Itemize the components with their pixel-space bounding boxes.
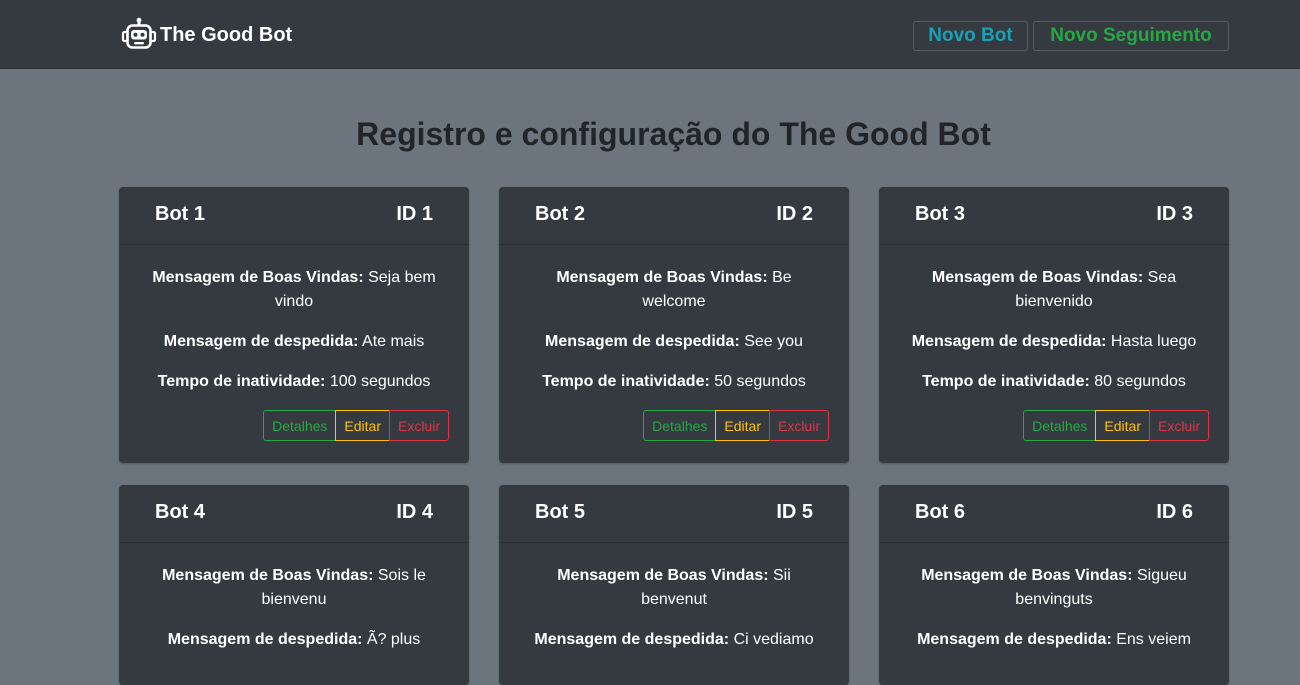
bot-card: Bot 6 ID 6 Mensagem de Boas Vindas: Sigu… — [879, 485, 1229, 685]
bot-id: ID 3 — [1156, 203, 1193, 225]
bot-name: Bot 3 — [915, 203, 965, 225]
card-header: Bot 3 ID 3 — [879, 187, 1229, 245]
farewell-value: Ci vediamo — [733, 631, 814, 648]
bot-card: Bot 5 ID 5 Mensagem de Boas Vindas: Sii … — [499, 485, 849, 685]
farewell-value: Hasta luego — [1110, 333, 1197, 350]
farewell-message: Mensagem de despedida: Ens veiem — [907, 628, 1201, 652]
card-actions: Detalhes Editar Excluir — [907, 410, 1209, 441]
bot-name: Bot 4 — [155, 501, 205, 523]
bot-card: Bot 1 ID 1 Mensagem de Boas Vindas: Seja… — [119, 187, 469, 463]
edit-button[interactable]: Editar — [715, 410, 770, 441]
welcome-message: Mensagem de Boas Vindas: Seja bem vindo — [147, 266, 441, 314]
card-body: Mensagem de Boas Vindas: Be welcome Mens… — [499, 245, 849, 463]
farewell-message: Mensagem de despedida: Hasta luego — [907, 330, 1201, 354]
bot-id: ID 2 — [776, 203, 813, 225]
brand-name: The Good Bot — [160, 23, 293, 46]
welcome-message: Mensagem de Boas Vindas: Sii benvenut — [527, 564, 821, 612]
farewell-message: Mensagem de despedida: Ã? plus — [147, 628, 441, 652]
welcome-label: Mensagem de Boas Vindas: — [556, 269, 768, 286]
farewell-value: Ens veiem — [1116, 631, 1191, 648]
card-header: Bot 4 ID 4 — [119, 485, 469, 543]
bot-id: ID 4 — [396, 501, 433, 523]
bot-name: Bot 1 — [155, 203, 205, 225]
bot-name: Bot 2 — [535, 203, 585, 225]
edit-button[interactable]: Editar — [1095, 410, 1150, 441]
bot-name: Bot 6 — [915, 501, 965, 523]
farewell-label: Mensagem de despedida: — [917, 631, 1112, 648]
welcome-label: Mensagem de Boas Vindas: — [162, 567, 374, 584]
new-bot-button[interactable]: Novo Bot — [913, 21, 1028, 51]
inactivity-time: Tempo de inatividade: 100 segundos — [147, 370, 441, 394]
inactivity-label: Tempo de inatividade: — [157, 373, 326, 390]
bot-card: Bot 3 ID 3 Mensagem de Boas Vindas: Sea … — [879, 187, 1229, 463]
inactivity-label: Tempo de inatividade: — [922, 373, 1090, 390]
inactivity-time: Tempo de inatividade: 50 segundos — [527, 370, 821, 394]
robot-icon — [121, 17, 157, 49]
delete-button[interactable]: Excluir — [388, 410, 449, 441]
bot-card: Bot 4 ID 4 Mensagem de Boas Vindas: Sois… — [119, 485, 469, 685]
bot-id: ID 1 — [396, 203, 433, 225]
delete-button[interactable]: Excluir — [1148, 410, 1209, 441]
farewell-value: Ã? plus — [366, 631, 421, 648]
card-body: Mensagem de Boas Vindas: Sois le bienven… — [119, 543, 469, 685]
bot-id: ID 6 — [1156, 501, 1193, 523]
card-body: Mensagem de Boas Vindas: Sea bienvenido … — [879, 245, 1229, 463]
welcome-label: Mensagem de Boas Vindas: — [921, 567, 1133, 584]
delete-button[interactable]: Excluir — [768, 410, 829, 441]
farewell-message: Mensagem de despedida: Ci vediamo — [527, 628, 821, 652]
edit-button[interactable]: Editar — [335, 410, 390, 441]
card-actions: Detalhes Editar Excluir — [527, 410, 829, 441]
farewell-label: Mensagem de despedida: — [534, 631, 730, 648]
bot-id: ID 5 — [776, 501, 813, 523]
farewell-message: Mensagem de despedida: See you — [527, 330, 821, 354]
card-header: Bot 2 ID 2 — [499, 187, 849, 245]
brand-link[interactable]: The Good Bot — [121, 17, 292, 53]
inactivity-value: 80 segundos — [1094, 373, 1186, 390]
welcome-label: Mensagem de Boas Vindas: — [931, 269, 1144, 286]
farewell-label: Mensagem de despedida: — [163, 333, 359, 350]
inactivity-value: 50 segundos — [714, 373, 806, 390]
details-button[interactable]: Detalhes — [1023, 410, 1097, 441]
card-actions: Detalhes Editar Excluir — [147, 410, 449, 441]
bot-name: Bot 5 — [535, 501, 585, 523]
new-follow-button[interactable]: Novo Seguimento — [1033, 21, 1229, 51]
inactivity-label: Tempo de inatividade: — [542, 373, 710, 390]
bot-card: Bot 2 ID 2 Mensagem de Boas Vindas: Be w… — [499, 187, 849, 463]
farewell-message: Mensagem de despedida: Ate mais — [147, 330, 441, 354]
details-button[interactable]: Detalhes — [263, 410, 337, 441]
details-button[interactable]: Detalhes — [643, 410, 717, 441]
farewell-label: Mensagem de despedida: — [545, 333, 740, 350]
farewell-value: See you — [744, 333, 803, 350]
card-body: Mensagem de Boas Vindas: Sigueu benvingu… — [879, 543, 1229, 685]
inactivity-time: Tempo de inatividade: 80 segundos — [907, 370, 1201, 394]
welcome-message: Mensagem de Boas Vindas: Sois le bienven… — [147, 564, 441, 612]
card-header: Bot 1 ID 1 — [119, 187, 469, 245]
inactivity-value: 100 segundos — [329, 373, 431, 390]
card-body: Mensagem de Boas Vindas: Sii benvenut Me… — [499, 543, 849, 685]
card-body: Mensagem de Boas Vindas: Seja bem vindo … — [119, 245, 469, 463]
navbar: The Good Bot Novo Bot Novo Seguimento — [0, 0, 1300, 69]
welcome-message: Mensagem de Boas Vindas: Sigueu benvingu… — [907, 564, 1201, 612]
welcome-message: Mensagem de Boas Vindas: Sea bienvenido — [907, 266, 1201, 314]
farewell-label: Mensagem de despedida: — [167, 631, 363, 648]
welcome-message: Mensagem de Boas Vindas: Be welcome — [527, 266, 821, 314]
welcome-label: Mensagem de Boas Vindas: — [557, 567, 769, 584]
farewell-label: Mensagem de despedida: — [911, 333, 1107, 350]
card-header: Bot 6 ID 6 — [879, 485, 1229, 543]
card-header: Bot 5 ID 5 — [499, 485, 849, 543]
welcome-label: Mensagem de Boas Vindas: — [152, 269, 364, 286]
page-title: Registro e configuração do The Good Bot — [356, 116, 991, 152]
farewell-value: Ate mais — [362, 333, 425, 350]
